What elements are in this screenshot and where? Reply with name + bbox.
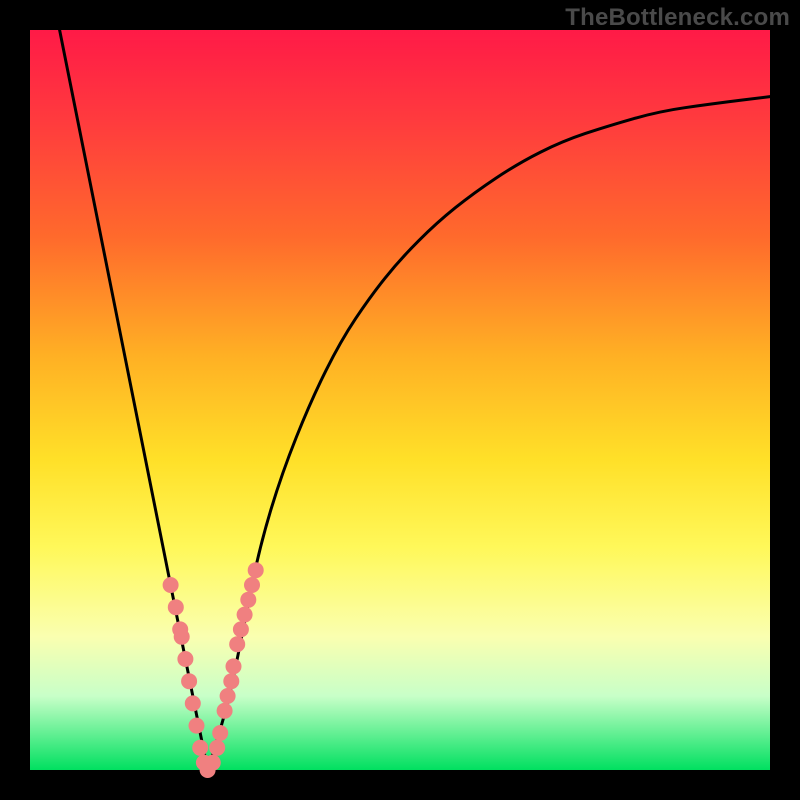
marker-point — [168, 599, 184, 615]
outer-frame: TheBottleneck.com — [0, 0, 800, 800]
chart-svg — [30, 30, 770, 770]
marker-point — [189, 718, 205, 734]
marker-point — [177, 651, 193, 667]
marker-point — [192, 740, 208, 756]
marker-cluster — [163, 562, 264, 778]
marker-point — [244, 577, 260, 593]
marker-point — [237, 607, 253, 623]
marker-point — [209, 740, 225, 756]
marker-point — [233, 621, 249, 637]
marker-point — [174, 629, 190, 645]
marker-point — [181, 673, 197, 689]
marker-point — [223, 673, 239, 689]
plot-area — [30, 30, 770, 770]
watermark-text: TheBottleneck.com — [565, 4, 790, 32]
marker-point — [217, 703, 233, 719]
marker-point — [185, 695, 201, 711]
marker-point — [163, 577, 179, 593]
marker-point — [240, 592, 256, 608]
marker-point — [229, 636, 245, 652]
marker-point — [205, 755, 221, 771]
bottleneck-curve — [60, 30, 770, 763]
marker-point — [226, 658, 242, 674]
marker-point — [220, 688, 236, 704]
marker-point — [248, 562, 264, 578]
marker-point — [212, 725, 228, 741]
